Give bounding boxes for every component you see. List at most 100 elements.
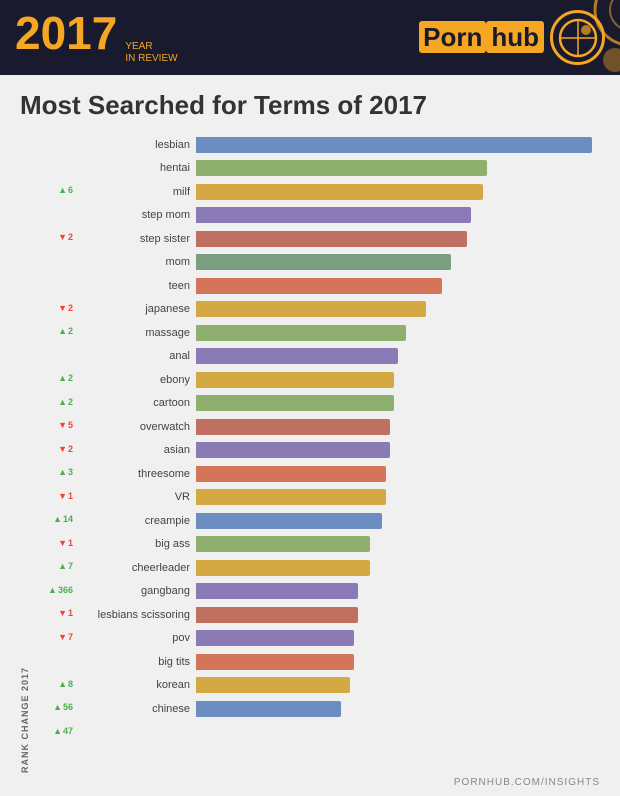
rank-change-value: 2 [68, 373, 73, 383]
bar-label: hentai [76, 162, 196, 174]
bar-label: teen [76, 280, 196, 292]
rank-change-value: 2 [68, 444, 73, 454]
bar-label: lesbian [76, 139, 196, 151]
bar-row: japanese [76, 298, 600, 322]
rank-change-item: ▼2 [33, 296, 73, 320]
arrow-down-icon: ▼ [58, 420, 67, 430]
bar [196, 607, 358, 623]
arrow-up-icon: ▲ [53, 702, 62, 712]
bar [196, 536, 370, 552]
bar [196, 677, 350, 693]
bar-row: anal [76, 345, 600, 369]
logo-icon [550, 10, 605, 65]
arrow-up-icon: ▲ [53, 726, 62, 736]
arrow-down-icon: ▼ [58, 303, 67, 313]
rank-change-item: ▲8 [33, 672, 73, 696]
bar-label: big ass [76, 538, 196, 550]
bar-row: asian [76, 439, 600, 463]
rank-change-value: 5 [68, 420, 73, 430]
brand-part2-highlight: hub [486, 21, 544, 53]
bar-row: cheerleader [76, 556, 600, 580]
bar-row: korean [76, 674, 600, 698]
bar [196, 419, 390, 435]
bar-label: overwatch [76, 421, 196, 433]
year-number: 2017 [15, 10, 117, 56]
arrow-up-icon: ▲ [58, 373, 67, 383]
bar-container [196, 654, 600, 670]
year-logo: 2017 year in review [15, 10, 178, 65]
arrow-down-icon: ▼ [58, 632, 67, 642]
bar [196, 184, 483, 200]
rank-change-item: ▲14 [33, 508, 73, 532]
rank-change-value: 1 [68, 491, 73, 501]
bar-label: pov [76, 632, 196, 644]
bar-label: massage [76, 327, 196, 339]
bar-container [196, 513, 600, 529]
main-content: Most Searched for Terms of 2017 RANK CHA… [0, 75, 620, 796]
arrow-down-icon: ▼ [58, 444, 67, 454]
bar [196, 654, 354, 670]
brand-name: Pornhub [419, 22, 544, 53]
bar-container [196, 348, 600, 364]
rank-change-item: ▼1 [33, 531, 73, 555]
rank-change-value: 8 [68, 679, 73, 689]
bar [196, 160, 487, 176]
bar-row: pov [76, 627, 600, 651]
bar-label: creampie [76, 515, 196, 527]
rank-change-value: 56 [63, 702, 73, 712]
rank-change-item: ▲56 [33, 696, 73, 720]
year-subtitle: year in review [125, 41, 177, 65]
arrow-down-icon: ▼ [58, 491, 67, 501]
bar-container [196, 536, 600, 552]
arrow-up-icon: ▲ [58, 467, 67, 477]
bar-row: step mom [76, 204, 600, 228]
rank-change-value: 2 [68, 303, 73, 313]
bar [196, 207, 471, 223]
arrow-up-icon: ▲ [53, 514, 62, 524]
rank-change-value: 7 [68, 561, 73, 571]
rank-change-item [33, 273, 73, 297]
bar-container [196, 419, 600, 435]
bar-row: overwatch [76, 415, 600, 439]
rank-change-item: ▼1 [33, 484, 73, 508]
bar-label: threesome [76, 468, 196, 480]
rank-change-item: ▼7 [33, 625, 73, 649]
rank-change-item [33, 343, 73, 367]
bar [196, 395, 394, 411]
bar-row: gangbang [76, 580, 600, 604]
bar-label: milf [76, 186, 196, 198]
bar-row: milf [76, 180, 600, 204]
arrow-up-icon: ▲ [58, 185, 67, 195]
rank-change-item: ▼2 [33, 226, 73, 250]
rank-change-item: ▲47 [33, 719, 73, 743]
bar-row: chinese [76, 697, 600, 721]
bar-container [196, 677, 600, 693]
bar-label: big tits [76, 656, 196, 668]
bar [196, 278, 442, 294]
rank-change-value: 6 [68, 185, 73, 195]
bar-container [196, 466, 600, 482]
arrow-up-icon: ▲ [48, 585, 57, 595]
bar-row: big ass [76, 533, 600, 557]
rank-change-value: 1 [68, 538, 73, 548]
arrow-down-icon: ▼ [58, 538, 67, 548]
rank-change-item: ▲2 [33, 390, 73, 414]
bar-row: VR [76, 486, 600, 510]
bar-row: threesome [76, 462, 600, 486]
bar-container [196, 231, 600, 247]
bars-section: lesbianhentaimilfstep momstep sistermomt… [76, 133, 600, 788]
bar [196, 231, 467, 247]
rank-change-item: ▲2 [33, 320, 73, 344]
bar-container [196, 372, 600, 388]
bar [196, 137, 592, 153]
bar-label: asian [76, 444, 196, 456]
rank-change-item [33, 649, 73, 673]
rank-change-value: 366 [58, 585, 73, 595]
bar [196, 513, 382, 529]
bar-container [196, 583, 600, 599]
bar [196, 489, 386, 505]
bar-label: cartoon [76, 397, 196, 409]
rank-change-value: 47 [63, 726, 73, 736]
bar-container [196, 207, 600, 223]
arrow-up-icon: ▲ [58, 326, 67, 336]
